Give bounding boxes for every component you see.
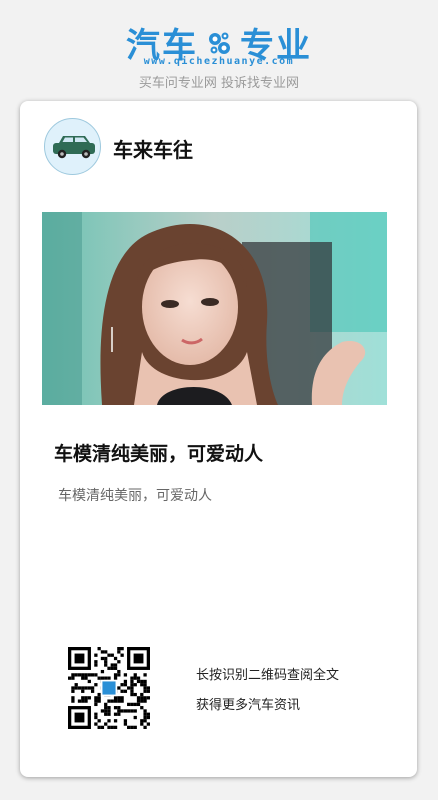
qr-instruction: 长按识别二维码查阅全文 — [196, 668, 340, 683]
car-icon — [53, 136, 95, 159]
site-url: www.qichezhuanye.com — [143, 56, 295, 67]
gear-icon — [209, 32, 230, 54]
qr-code-icon[interactable] — [68, 647, 150, 729]
qr-subtext: 获得更多汽车资讯 — [196, 698, 301, 713]
author-avatar — [44, 118, 101, 175]
share-card: 车来车往 车模清纯美丽，可爱动人 车模清纯美丽，可爱动人 长按识别二维码查阅全文… — [20, 101, 417, 777]
article-photo[interactable] — [42, 212, 387, 405]
site-tagline: 买车问专业网 投诉找专业网 — [138, 76, 300, 91]
article-summary: 车模清纯美丽，可爱动人 — [58, 488, 212, 504]
author-name: 车来车往 — [113, 138, 193, 162]
article-headline[interactable]: 车模清纯美丽，可爱动人 — [54, 439, 394, 466]
